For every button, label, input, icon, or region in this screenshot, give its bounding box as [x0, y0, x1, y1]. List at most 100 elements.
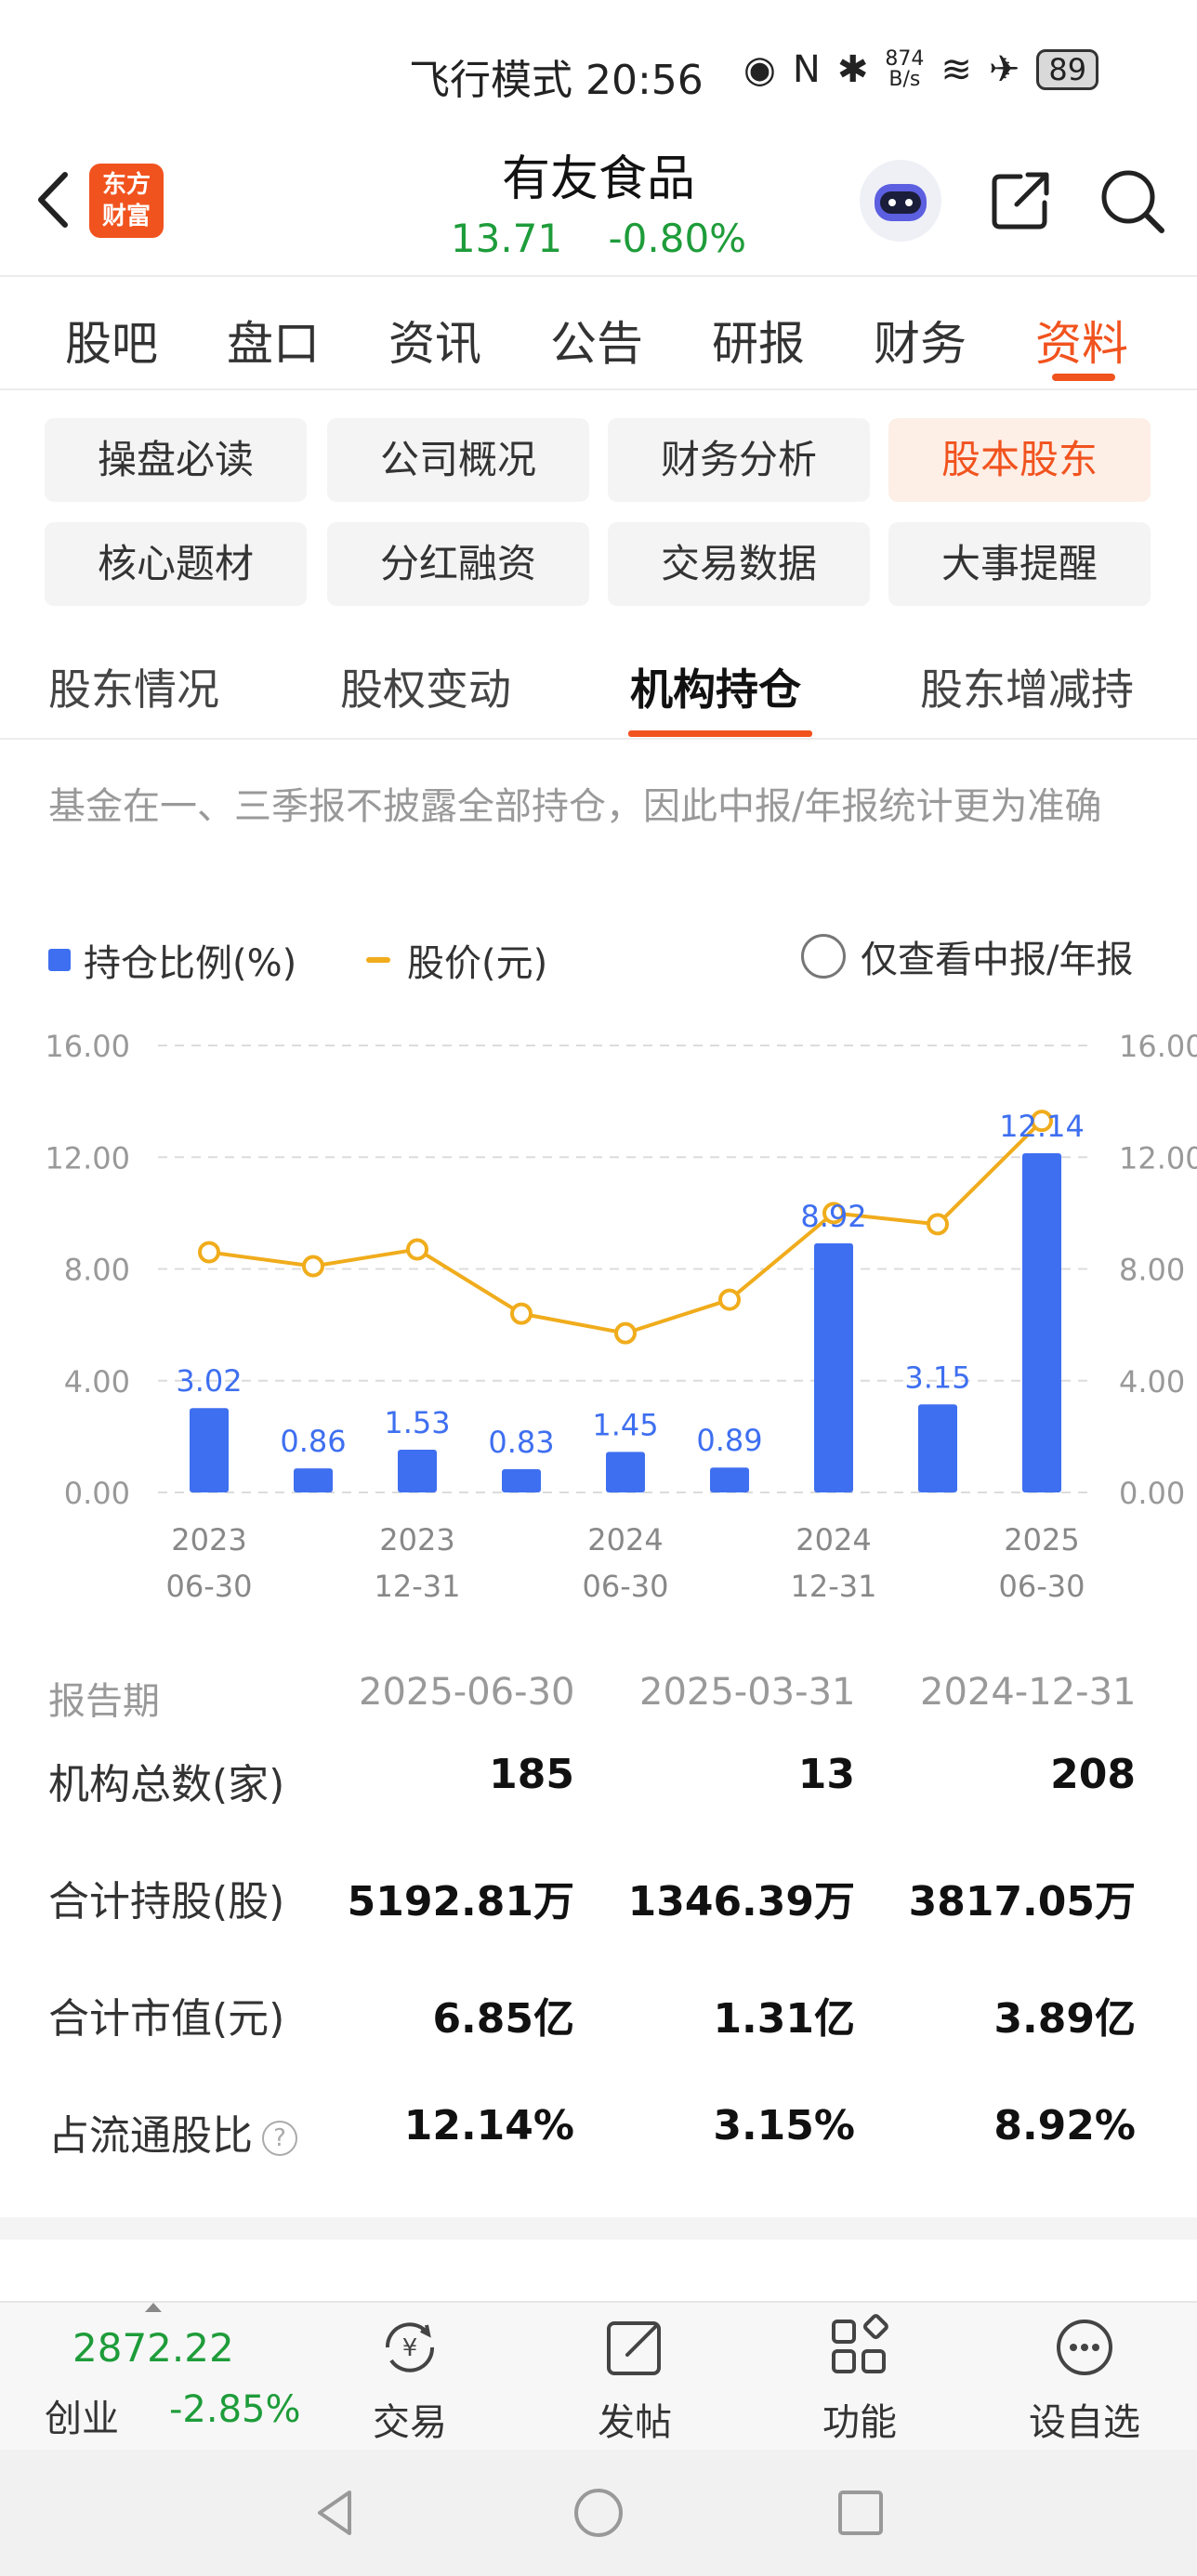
search-icon[interactable]: [1095, 164, 1169, 238]
bar-data-label: 1.45: [592, 1407, 658, 1442]
chip-dividends[interactable]: 分红融资: [327, 522, 589, 606]
functions-label: 功能: [822, 2401, 897, 2444]
table-cell: 1.31亿: [713, 1995, 855, 2043]
bar-data-label: 3.02: [176, 1363, 242, 1399]
bar: [814, 1242, 853, 1492]
trade-button[interactable]: ¥ 交易: [331, 2312, 489, 2446]
row-label-float-ratio: 占流通股比?: [48, 2102, 297, 2162]
watchlist-button[interactable]: 设自选: [1006, 2312, 1164, 2446]
y-tick-label-right: 16.00: [1119, 1029, 1197, 1064]
price-line: [208, 1119, 1044, 1335]
chip-core-themes[interactable]: 核心题材: [45, 522, 307, 606]
functions-button[interactable]: 功能: [781, 2312, 939, 2446]
main-tabs: 股吧 盘口 资讯 公告 研报 财务 资料: [0, 279, 1197, 390]
tab-finance[interactable]: 财务: [874, 307, 967, 374]
row-label-market-value: 合计市值(元): [48, 1995, 285, 2043]
x-tick-label-date: 06-30: [583, 1569, 669, 1604]
tab-research[interactable]: 研报: [712, 307, 805, 374]
x-tick-label-date: 12-31: [791, 1569, 877, 1604]
subtab-equity-changes[interactable]: 股权变动: [340, 656, 511, 717]
table-cell: 3817.05万: [908, 1878, 1136, 1925]
chip-shareholders[interactable]: 股本股东: [888, 418, 1151, 502]
row-label-float-ratio-text: 占流通股比: [48, 2112, 253, 2160]
post-button[interactable]: 发帖: [556, 2312, 714, 2446]
bar: [190, 1408, 229, 1492]
subtab-holding-changes[interactable]: 股东增减持: [920, 656, 1134, 717]
help-icon[interactable]: ?: [262, 2121, 297, 2156]
trade-label: 交易: [373, 2401, 447, 2444]
bar: [398, 1450, 437, 1492]
y-tick-label-left: 8.00: [64, 1253, 130, 1288]
index-name[interactable]: 创业: [45, 2388, 119, 2442]
legend-line: 股价(元): [366, 933, 547, 987]
svg-text:¥: ¥: [402, 2334, 418, 2362]
more-icon: [1057, 2320, 1112, 2375]
status-icons: ◉ N ✱ 874 B/s ≋ ✈ 89: [743, 48, 1099, 91]
bar: [606, 1452, 645, 1492]
edit-icon: [607, 2321, 661, 2375]
table-cell: 5192.81万: [347, 1878, 574, 1925]
table-period-1: 2025-06-30: [359, 1671, 575, 1714]
row-label-institutions: 机构总数(家): [48, 1761, 285, 1808]
share-icon[interactable]: [983, 164, 1058, 238]
watchlist-label: 设自选: [1029, 2401, 1140, 2444]
bar: [710, 1467, 749, 1492]
table-cell: 208: [1050, 1751, 1136, 1798]
nfc-icon: N: [792, 48, 821, 91]
tab-announcements[interactable]: 公告: [550, 307, 643, 374]
index-change[interactable]: -2.85%: [169, 2388, 301, 2431]
price-point: [614, 1321, 637, 1345]
chip-financial-analysis[interactable]: 财务分析: [608, 418, 870, 502]
tab-profile[interactable]: 资料: [1035, 307, 1128, 374]
table-cell: 185: [489, 1751, 574, 1798]
report-filter-toggle[interactable]: 仅查看中报/年报: [801, 929, 1133, 983]
y-tick-label-right: 12.00: [1119, 1140, 1197, 1176]
subtab-shareholders[interactable]: 股东情况: [48, 656, 219, 717]
bar-data-label: 3.15: [904, 1360, 970, 1395]
ai-assistant-icon[interactable]: [860, 160, 941, 242]
x-tick-label-date: 12-31: [375, 1569, 461, 1604]
price-point: [510, 1302, 533, 1325]
table-cell: 8.92%: [993, 2102, 1136, 2149]
bar-data-label: 12.14: [999, 1109, 1085, 1144]
net-speed-unit: B/s: [888, 68, 921, 91]
table-cell: 6.85亿: [432, 1995, 574, 2043]
nav-home-icon[interactable]: [569, 2483, 628, 2543]
chip-events[interactable]: 大事提醒: [888, 522, 1151, 606]
subtab-institution-holdings[interactable]: 机构持仓: [630, 656, 801, 717]
table-period-3: 2024-12-31: [920, 1671, 1137, 1714]
battery-icon: 89: [1036, 49, 1099, 90]
section-gap: [0, 2217, 1197, 2240]
tab-news[interactable]: 资讯: [388, 307, 481, 374]
chip-trading-guide[interactable]: 操盘必读: [45, 418, 307, 502]
tab-guba[interactable]: 股吧: [65, 307, 158, 374]
x-tick-label-date: 06-30: [999, 1569, 1085, 1604]
table-cell: 3.89亿: [993, 1995, 1136, 2043]
grid-icon: [832, 2314, 888, 2373]
chip-trading-data[interactable]: 交易数据: [608, 522, 870, 606]
status-bar: 飞行模式 20:56 ◉ N ✱ 874 B/s ≋ ✈ 89: [0, 0, 1197, 139]
nav-back-icon[interactable]: [307, 2483, 366, 2543]
x-tick-label-date: 06-30: [166, 1569, 253, 1604]
bar-data-label: 0.83: [488, 1425, 554, 1460]
table-cell: 13: [797, 1751, 855, 1798]
bar-data-label: 0.89: [696, 1423, 762, 1458]
chip-company-overview[interactable]: 公司概况: [327, 418, 589, 502]
index-value[interactable]: 2872.22: [72, 2325, 234, 2371]
price-point: [718, 1288, 741, 1311]
table-header-label: 报告期: [48, 1680, 160, 1723]
price-point: [302, 1255, 324, 1278]
post-label: 发帖: [598, 2401, 672, 2444]
nav-recents-icon[interactable]: [831, 2483, 890, 2543]
legend-line-label: 股价(元): [407, 942, 548, 985]
caret-up-icon: [145, 2303, 162, 2312]
status-time: 飞行模式 20:56: [409, 57, 704, 104]
header-divider: [0, 275, 1197, 277]
x-tick-label-year: 2024: [796, 1522, 871, 1557]
bar: [918, 1404, 957, 1492]
radio-icon[interactable]: [801, 934, 846, 979]
legend-bar-label: 持仓比例(%): [84, 942, 297, 985]
tab-pankou[interactable]: 盘口: [227, 307, 320, 374]
legend-line-swatch: [366, 957, 390, 963]
y-tick-label-right: 0.00: [1119, 1476, 1185, 1511]
